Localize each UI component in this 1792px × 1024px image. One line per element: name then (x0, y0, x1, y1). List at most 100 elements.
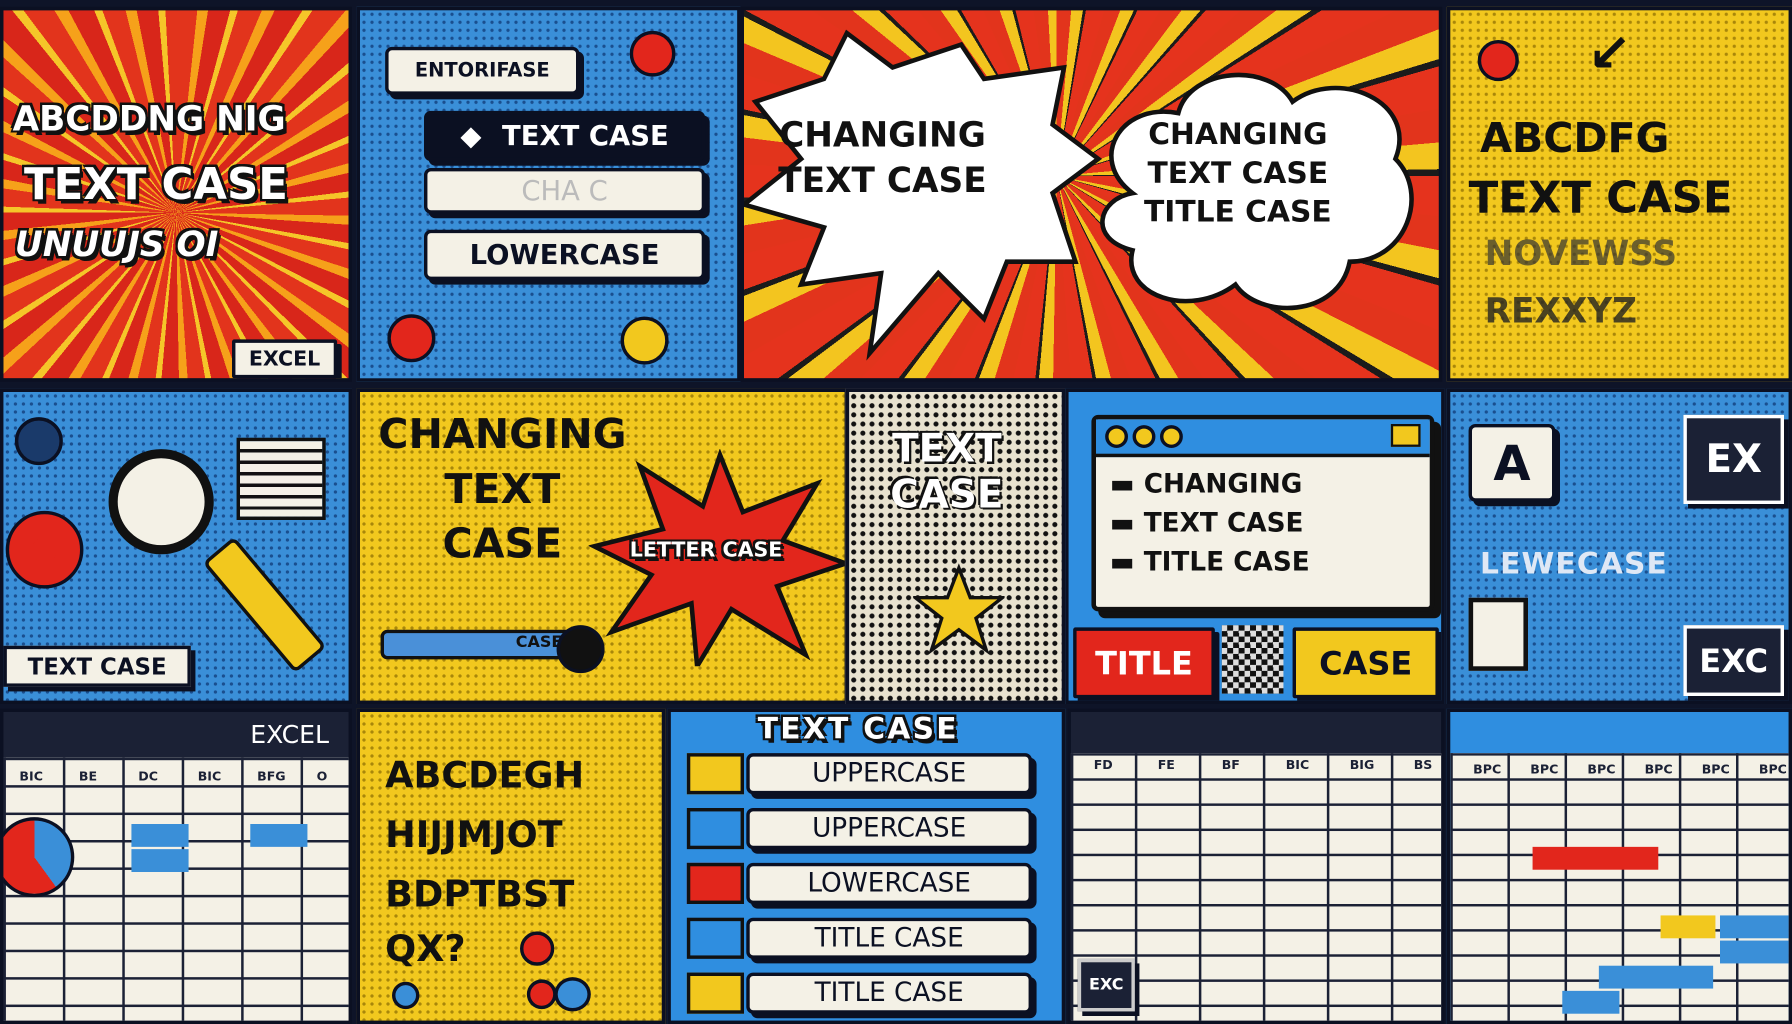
lowercase-row[interactable]: LOWERCASE (423, 229, 706, 280)
window-dot[interactable] (1159, 425, 1183, 448)
case-option-label: TITLE CASE (746, 917, 1032, 959)
letter-a-tile: A (1468, 423, 1556, 502)
panel-spreadsheet-2: FD FE BF BIC BIG BS EXC (1067, 708, 1445, 1024)
bullet-icon: ◆ (460, 119, 482, 152)
list-label: TEXT CASE (1143, 508, 1304, 539)
column-header[interactable]: BIC (198, 769, 222, 784)
panel-red-burst: ABCDDNG NIG TEXT CASE UNUUJS OI EXCEL (0, 6, 352, 382)
column-header[interactable]: BPC (1702, 762, 1730, 777)
comic-collage: ABCDDNG NIG TEXT CASE UNUUJS OI EXCEL EN… (0, 0, 1792, 1024)
panel-4-line-1: ABCDFG (1479, 115, 1670, 163)
panel-blue-icons: A EX LEWECASE EXC (1446, 388, 1792, 704)
text-case-label: TEXT CASE (3, 645, 191, 687)
window-titlebar (1095, 419, 1430, 458)
star-text: LETTER CASE (629, 538, 783, 563)
column-header[interactable]: BPC (1530, 762, 1558, 777)
magnifier-handle (202, 536, 327, 674)
case-bar-label: CASE (515, 633, 563, 652)
checker-pattern (1221, 625, 1284, 694)
text-case-row[interactable]: ◆ TEXT CASE (423, 110, 706, 162)
case-option-label: UPPERCASE (746, 807, 1032, 850)
column-header[interactable]: FD (1094, 758, 1113, 773)
window-list-item[interactable]: ▬ TEXT CASE (1110, 509, 1304, 539)
column-header[interactable]: BIG (1350, 758, 1375, 773)
column-header[interactable]: O (317, 769, 328, 784)
panel-case-list: TEXT CASE UPPERCASE UPPERCASE LOWERCASE … (667, 708, 1066, 1024)
column-header[interactable]: BE (79, 769, 97, 784)
panel-4-line-2: TEXT CASE (1468, 172, 1733, 223)
column-header[interactable]: DC (138, 769, 158, 784)
color-swatch (686, 807, 744, 850)
column-header[interactable]: BPC (1473, 762, 1501, 777)
entorifase-field[interactable]: ENTORIFASE (385, 46, 580, 95)
panel-spreadsheet-3: BPC BPC BPC BPC BPC BPC (1446, 708, 1792, 1024)
column-header[interactable]: BS (1414, 758, 1433, 773)
lowercase-label: LEWECASE (1479, 547, 1668, 582)
case-option[interactable]: UPPERCASE (686, 807, 1037, 850)
column-header[interactable]: BF (1222, 758, 1240, 773)
column-header[interactable]: BPC (1759, 762, 1787, 777)
alphabet-line: BDPTBST (385, 871, 575, 916)
yellow-star-icon (913, 563, 1005, 655)
case-option[interactable]: TITLE CASE (686, 917, 1037, 959)
red-cell (1532, 846, 1659, 870)
blue-dot (554, 977, 591, 1012)
list-title: TEXT CASE (757, 711, 959, 747)
panel-window: ▬ CHANGING ▬ TEXT CASE ▬ TITLE CASE TITL… (1065, 388, 1445, 704)
case-bar: CASE (380, 629, 575, 660)
column-header[interactable]: BIC (19, 769, 42, 784)
excel-badge: EXCEL (231, 339, 338, 379)
column-header[interactable]: FE (1158, 758, 1175, 773)
panel-spreadsheet-1: EXCEL BIC BE DC BIC BFG O (0, 708, 352, 1024)
column-header[interactable]: BPC (1645, 762, 1673, 777)
blue-cell (1719, 940, 1789, 964)
blue-cell (1598, 965, 1714, 989)
column-header[interactable]: BFG (257, 769, 286, 784)
blue-cell (1719, 915, 1789, 939)
highlighted-cell (131, 823, 189, 847)
panel-7-title: TEXT CASE (890, 426, 1004, 518)
window-dot[interactable] (1105, 425, 1128, 448)
panel-changing-text-case: CHANGING TEXT CASE LETTER CASE CASE (356, 388, 848, 704)
panel-alphabet: ABCDEGH HIJJMJOT BDPTBST QX? (356, 708, 666, 1024)
highlighted-cell (131, 849, 189, 872)
case-button[interactable]: CASE (1292, 627, 1439, 699)
alphabet-line: QX? (385, 926, 466, 971)
exc-badge: EXC (1077, 958, 1135, 1012)
case-option[interactable]: UPPERCASE (686, 753, 1037, 795)
color-swatch (686, 972, 744, 1014)
text-case-label: TEXT CASE (502, 119, 669, 152)
exc-box: EXC (1683, 625, 1784, 696)
case-option-label: TITLE CASE (746, 972, 1032, 1014)
list-label: TITLE CASE (1143, 547, 1310, 578)
burst-text: CHANGING TEXT CASE (778, 115, 987, 202)
panel-4-line-4: REXXYZ (1484, 291, 1637, 332)
blue-dot (391, 981, 420, 1010)
app-window: ▬ CHANGING ▬ TEXT CASE ▬ TITLE CASE (1091, 414, 1435, 612)
red-dot (629, 30, 676, 77)
case-option[interactable]: TITLE CASE (686, 972, 1037, 1014)
panel-1-line-3: UNUUJS OI (14, 225, 219, 266)
cha-input[interactable]: CHA C (423, 167, 706, 214)
alphabet-line: ABCDEGH (385, 753, 585, 797)
panel-halftone-text-case: TEXT CASE (845, 388, 1066, 704)
red-dot (1477, 39, 1519, 82)
color-swatch (686, 862, 744, 904)
case-option[interactable]: LOWERCASE (686, 862, 1037, 904)
panel-1-line-2: TEXT CASE (23, 158, 288, 210)
title-button[interactable]: TITLE (1073, 627, 1215, 699)
window-list-item[interactable]: ▬ TITLE CASE (1110, 547, 1310, 577)
red-dot (526, 979, 557, 1010)
excel-header: EXCEL (250, 721, 330, 750)
window-list-item[interactable]: ▬ CHANGING (1110, 470, 1303, 500)
window-button[interactable] (1390, 423, 1421, 447)
cloud-text: CHANGING TEXT CASE TITLE CASE (1143, 117, 1332, 230)
column-header[interactable]: BIC (1286, 758, 1310, 773)
blue-cell (1562, 990, 1620, 1014)
column-header[interactable]: BPC (1587, 762, 1615, 777)
yellow-cell (1660, 915, 1716, 939)
case-option-label: LOWERCASE (746, 862, 1032, 904)
list-label: CHANGING (1143, 469, 1303, 500)
red-ring (5, 510, 84, 589)
window-dot[interactable] (1132, 425, 1156, 448)
